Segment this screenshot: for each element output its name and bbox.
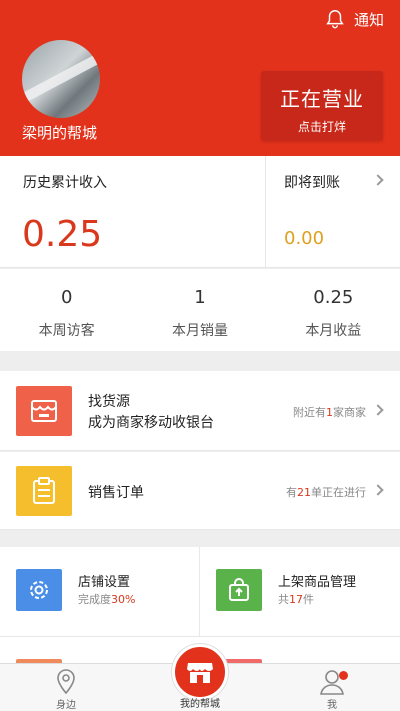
stat-weekly-visitors[interactable]: 0 本周访客	[0, 269, 133, 351]
status-title: 正在营业	[280, 87, 364, 111]
notification-label: 通知	[353, 10, 384, 29]
stat-value: 0.25	[313, 287, 354, 308]
status-action: 点击打烊	[297, 120, 346, 134]
history-income-value: 0.25	[22, 214, 103, 255]
storefront-icon	[16, 386, 72, 436]
find-supply-title: 找货源	[88, 394, 130, 410]
shop-settings-tile[interactable]: 店铺设置 完成度30%	[0, 547, 200, 637]
stats-bar: 0 本周访客 1 本月销量 0.25 本月收益	[0, 269, 400, 351]
tab-nearby[interactable]: 身边	[26, 664, 106, 711]
shop-settings-title: 店铺设置	[78, 575, 131, 590]
product-count-value: 17	[289, 593, 303, 606]
clipboard-icon	[16, 466, 72, 516]
find-supply-row[interactable]: 找货源 成为商家移动收银台 附近有1家商家	[0, 371, 400, 451]
tab-my-shop[interactable]	[172, 644, 228, 700]
nearby-merchants-info: 附近有1家商家	[293, 404, 366, 420]
pending-income-value: 0.00	[284, 228, 325, 249]
bell-icon	[326, 10, 344, 29]
gear-icon	[16, 569, 62, 611]
tab-me[interactable]: 我	[292, 664, 372, 711]
chevron-right-icon	[372, 174, 384, 186]
side-prefix: 有	[286, 486, 297, 499]
store-name: 梁明的帮城	[22, 124, 98, 142]
stat-monthly-sales[interactable]: 1 本月销量	[133, 269, 266, 351]
side-suffix: 家商家	[333, 406, 366, 419]
stat-value: 1	[194, 287, 206, 308]
stat-value: 0	[60, 287, 73, 308]
pending-income-label: 即将到账	[284, 175, 340, 191]
shop-awning-icon	[187, 663, 213, 683]
side-prefix: 附近有	[293, 406, 326, 419]
stat-label: 本周访客	[38, 323, 95, 339]
orders-in-progress-info: 有21单正在进行	[286, 484, 366, 500]
stat-label: 本月销量	[171, 323, 228, 339]
location-pin-icon	[57, 669, 75, 695]
shop-header: 通知 梁明的帮城 正在营业 点击打烊	[0, 0, 400, 156]
chevron-right-icon	[372, 484, 384, 496]
tab-my-shop-label: 我的帮城	[180, 699, 220, 710]
find-supply-subtitle: 成为商家移动收银台	[88, 415, 214, 431]
tab-nearby-label: 身边	[56, 700, 76, 711]
product-management-title: 上架商品管理	[278, 575, 357, 590]
count-suffix: 件	[303, 593, 314, 606]
history-income[interactable]: 历史累计收入 0.25	[0, 156, 266, 268]
nearby-merchant-count: 1	[326, 406, 333, 419]
history-income-label: 历史累计收入	[23, 175, 107, 191]
stat-label: 本月收益	[305, 323, 362, 339]
count-prefix: 共	[278, 593, 289, 606]
side-suffix: 单正在进行	[311, 486, 366, 499]
orders-in-progress-count: 21	[297, 486, 311, 499]
stat-monthly-earnings[interactable]: 0.25 本月收益	[267, 269, 400, 351]
progress-prefix: 完成度	[78, 593, 111, 606]
tab-me-label: 我	[327, 700, 337, 711]
notification-dot	[339, 671, 348, 680]
avatar[interactable]	[22, 40, 100, 118]
shop-settings-progress: 完成度30%	[78, 591, 135, 607]
sales-orders-title: 销售订单	[88, 485, 144, 501]
income-panel: 历史累计收入 0.25 即将到账 0.00	[0, 156, 400, 268]
product-management-tile[interactable]: 上架商品管理 共17件	[200, 547, 400, 637]
business-status-button[interactable]: 正在营业 点击打烊	[261, 71, 383, 141]
completion-percent: 30%	[111, 593, 136, 606]
product-count: 共17件	[278, 591, 314, 607]
sales-orders-row[interactable]: 销售订单 有21单正在进行	[0, 452, 400, 530]
notification-button[interactable]: 通知	[324, 8, 384, 30]
chevron-right-icon	[372, 404, 384, 416]
shopping-bag-upload-icon	[216, 569, 262, 611]
